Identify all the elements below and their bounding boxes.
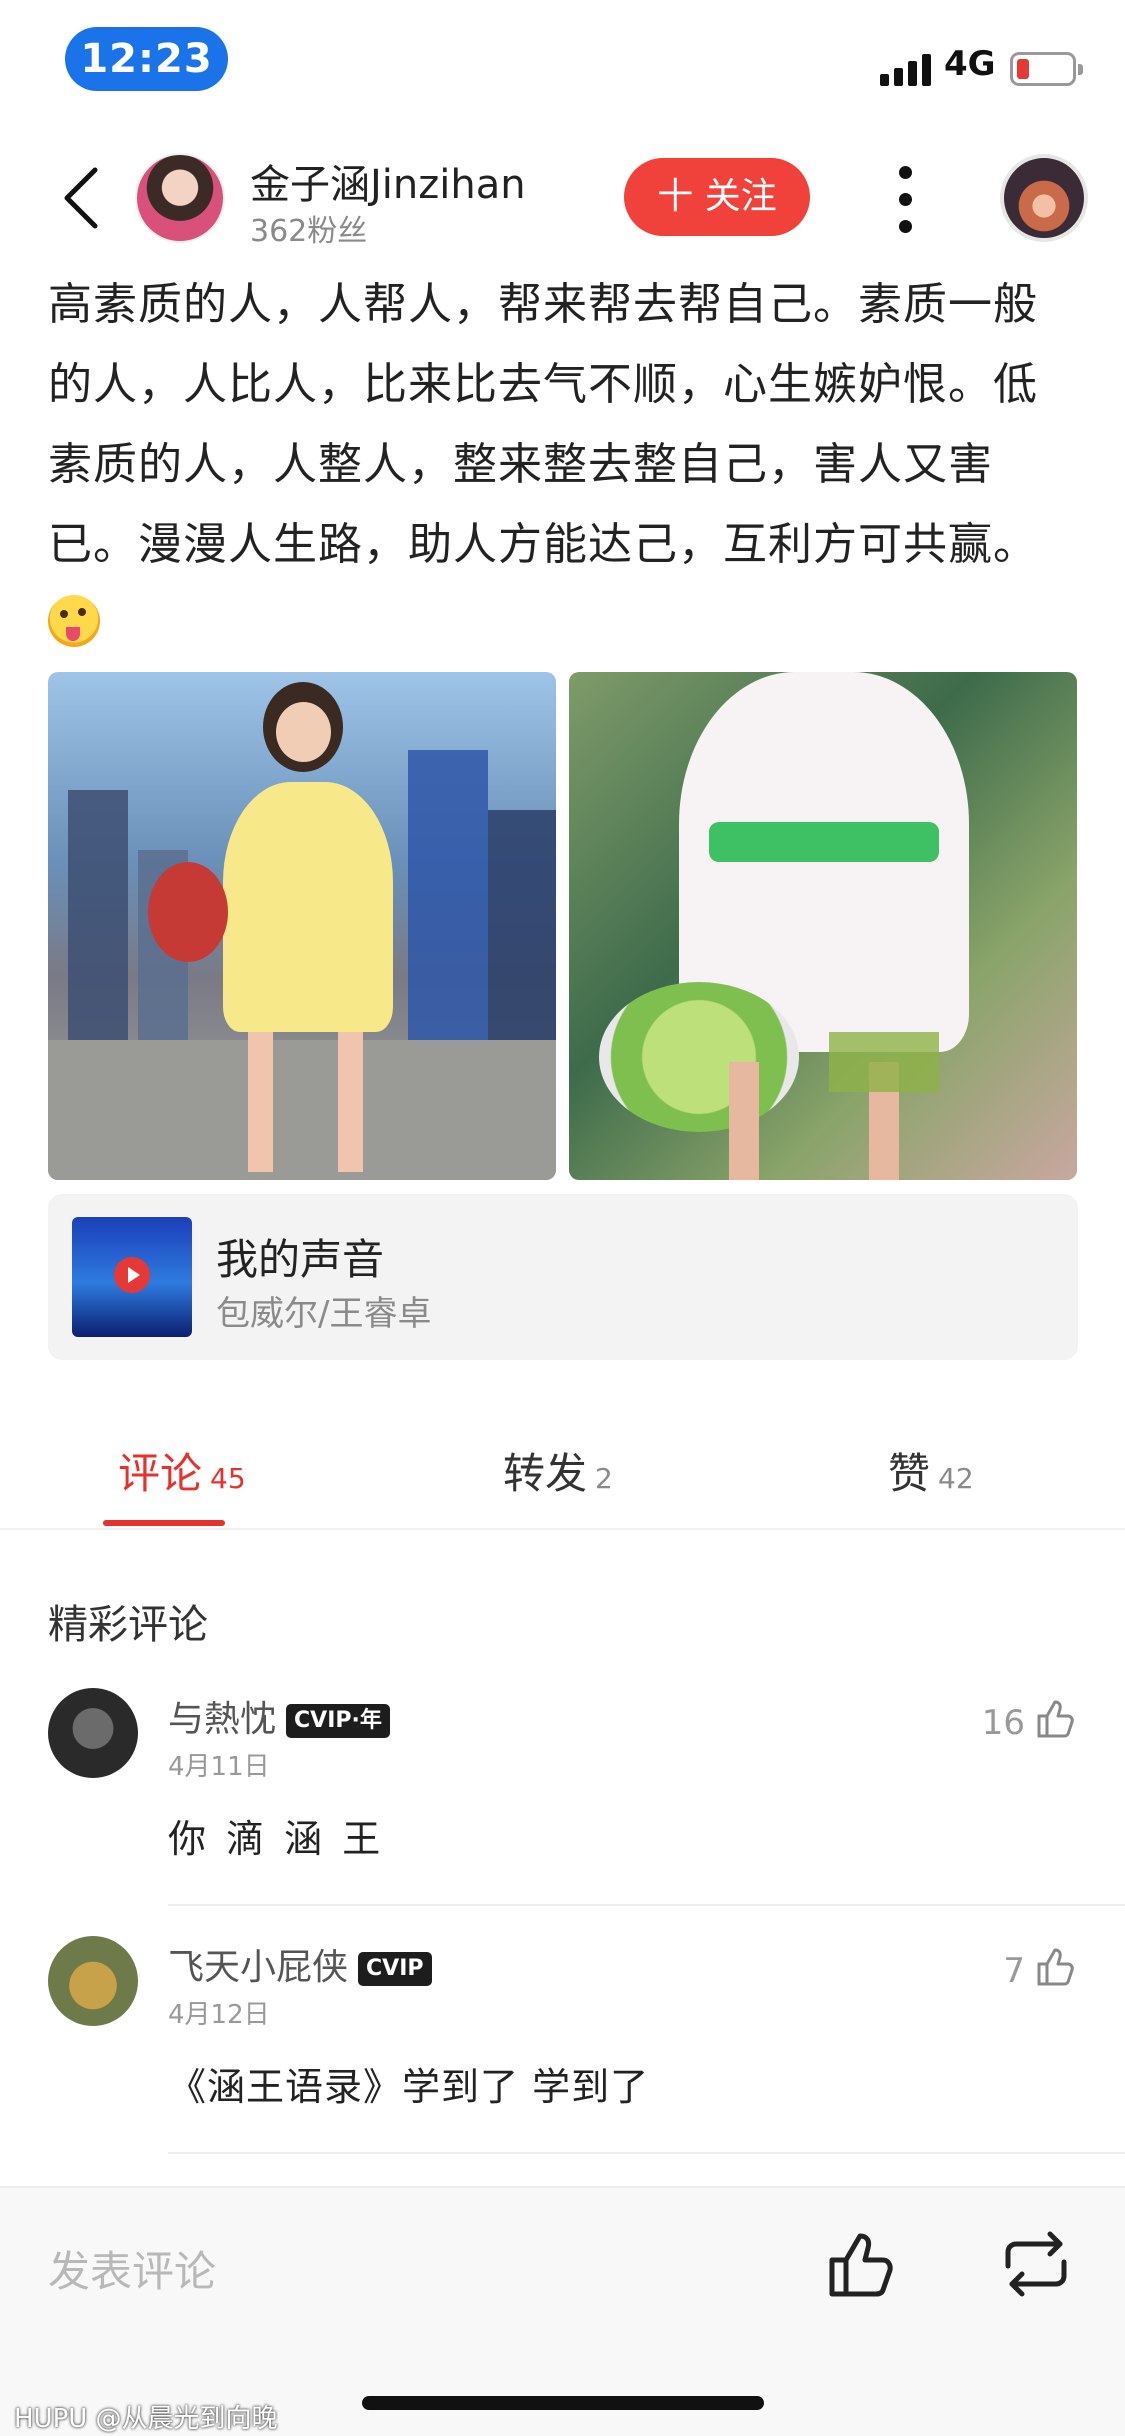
commenter-name-row: 飞天小屁侠 CVIP: [168, 1938, 432, 1990]
active-tab-indicator: [103, 1520, 225, 1526]
watermark: HUPU @从晨光到向晚: [14, 2404, 278, 2434]
comment-like-count: 7: [1003, 1951, 1025, 1991]
music-title: 我的声音: [216, 1235, 385, 1284]
commenter-name[interactable]: 与熱忱: [168, 1699, 276, 1740]
commenter-avatar[interactable]: [48, 1936, 138, 2026]
tab-count: 45: [210, 1462, 246, 1495]
vip-badge: CVIP·年: [286, 1704, 390, 1738]
like-post-icon[interactable]: [824, 2226, 900, 2302]
thumbs-up-icon: [1037, 1700, 1074, 1738]
comment-like-button[interactable]: 16: [982, 1696, 1077, 1743]
music-card[interactable]: 我的声音 包威尔/王睿卓: [48, 1194, 1078, 1360]
commenter-name-row: 与熱忱 CVIP·年: [168, 1690, 390, 1742]
comment-like-button[interactable]: 7: [1003, 1944, 1077, 1991]
bottom-bar: 发表评论 HUPU @从晨光到向晚: [0, 2186, 1125, 2436]
battery-icon: [1010, 52, 1083, 86]
author-avatar[interactable]: [135, 153, 225, 243]
tab-count: 42: [938, 1462, 974, 1495]
author-name[interactable]: 金子涵Jinzihan: [250, 152, 526, 210]
network-label: 4G: [944, 44, 996, 84]
tab-comments[interactable]: 评论 45: [118, 1440, 246, 1501]
tab-bar: 评论 45 转发 2 赞 42: [0, 1420, 1125, 1530]
thumbs-up-icon: [1037, 1948, 1074, 1986]
winking-tongue-emoji-icon: [48, 595, 100, 647]
post-image-1[interactable]: [48, 672, 556, 1180]
tab-forward[interactable]: 转发 2: [503, 1440, 613, 1501]
home-indicator[interactable]: [362, 2396, 764, 2410]
music-cover[interactable]: [72, 1217, 192, 1337]
music-disc-icon[interactable]: [1000, 154, 1088, 242]
more-options-icon[interactable]: [890, 160, 920, 240]
post-image-2[interactable]: [569, 672, 1077, 1180]
music-artist: 包威尔/王睿卓: [216, 1294, 432, 1334]
commenter-avatar[interactable]: [48, 1688, 138, 1778]
comment-text: 《涵王语录》学到了 学到了: [168, 2065, 650, 2109]
follow-button[interactable]: 十 关注: [624, 158, 810, 236]
comment-date: 4月11日: [168, 1752, 270, 1782]
comment-divider: [168, 2152, 1125, 2154]
comment-like-count: 16: [981, 1703, 1025, 1743]
play-icon[interactable]: [114, 1257, 150, 1293]
author-fans-count: 362粉丝: [250, 214, 368, 249]
comment-date: 4月12日: [168, 2000, 270, 2030]
vip-badge: CVIP: [358, 1952, 432, 1986]
repost-icon[interactable]: [998, 2226, 1074, 2302]
section-title: 精彩评论: [48, 1602, 208, 1648]
post-header: 金子涵Jinzihan 362粉丝 十 关注: [0, 140, 1125, 260]
signal-icon: [880, 52, 936, 86]
status-bar: 12:23 4G: [0, 0, 1125, 130]
commenter-name[interactable]: 飞天小屁侠: [168, 1947, 348, 1988]
tab-count: 2: [595, 1462, 613, 1495]
tab-label: 评论: [118, 1449, 203, 1498]
post-text: 高素质的人，人帮人，帮来帮去帮自己。素质一般的人，人比人，比来比去气不顺，心生嫉…: [48, 265, 1078, 665]
comment-input[interactable]: 发表评论: [48, 2238, 216, 2299]
comment-text: 你 滴 涵 王: [168, 1817, 385, 1861]
tab-label: 赞: [888, 1449, 931, 1498]
comment-divider: [168, 1904, 1125, 1906]
tab-likes[interactable]: 赞 42: [888, 1440, 974, 1501]
tab-label: 转发: [503, 1449, 588, 1498]
post-body: 高素质的人，人帮人，帮来帮去帮自己。素质一般的人，人比人，比来比去气不顺，心生嫉…: [48, 279, 1038, 570]
back-arrow-icon[interactable]: [55, 158, 115, 238]
status-time: 12:23: [65, 27, 228, 91]
